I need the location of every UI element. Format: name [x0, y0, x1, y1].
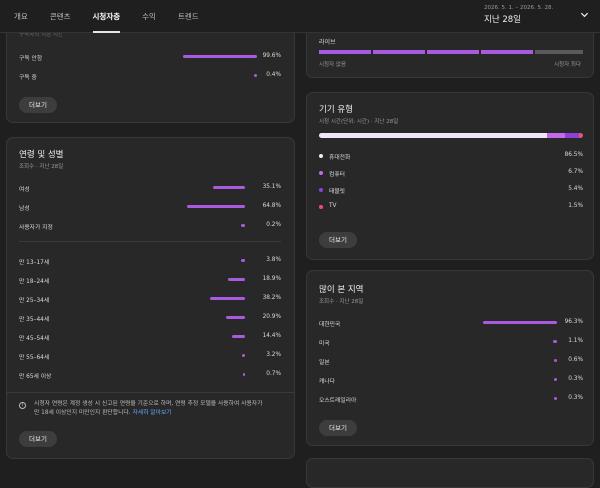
- gender-row-custom: 사용자가 지정 0.2%: [19, 222, 281, 231]
- age-gender-more-button[interactable]: 더보기: [19, 431, 57, 447]
- top-bar: 개요 콘텐츠 시청자층 수익 트렌드 2026. 5. 1. – 2026. 5…: [0, 0, 600, 33]
- device-row: 태블릿 5.4%: [319, 185, 583, 195]
- age-row: 만 13–17세 3.8%: [19, 257, 281, 266]
- live-label: 라이브: [319, 39, 336, 46]
- device-more-button[interactable]: 더보기: [319, 232, 357, 248]
- gender-row-female: 여성 35.1%: [19, 184, 281, 193]
- live-left-label: 시청자 없음: [319, 62, 347, 68]
- age-row: 만 25–34세 38.2%: [19, 295, 281, 304]
- legend-dot: [319, 188, 323, 192]
- legend-dot: [319, 205, 323, 209]
- tab-bar: 개요 콘텐츠 시청자층 수익 트렌드: [14, 0, 199, 33]
- card-subtitle: 조회수 · 지난 28일: [19, 164, 64, 170]
- gender-row-male: 남성 64.8%: [19, 203, 281, 212]
- age-row: 만 65세 이상 0.7%: [19, 371, 281, 380]
- tab-overview[interactable]: 개요: [14, 0, 28, 33]
- subscription-bar: [254, 74, 257, 77]
- divider: [7, 392, 294, 393]
- date-period-label: 지난 28일: [484, 15, 521, 25]
- device-row: 컴퓨터 6.7%: [319, 168, 583, 178]
- subscription-bar: [183, 55, 257, 58]
- info-icon: i: [19, 402, 26, 409]
- tab-revenue[interactable]: 수익: [142, 0, 156, 33]
- date-range-text: 2026. 5. 1. – 2026. 5. 28.: [484, 5, 554, 11]
- region-row: 캐나다 0.3%: [319, 376, 583, 385]
- age-row: 만 18–24세 18.9%: [19, 276, 281, 285]
- card-subtitle: 시청 시간(단위: 시간) · 지난 28일: [319, 119, 399, 125]
- card-title: 기기 유형: [319, 105, 353, 115]
- age-row: 만 45–54세 14.4%: [19, 333, 281, 342]
- region-row: 일본 0.6%: [319, 357, 583, 366]
- list-item: 구독 중 0.4%: [19, 72, 281, 81]
- card-title: 많이 본 지역: [319, 285, 364, 295]
- region-row: 대한민국 96.3%: [319, 319, 583, 328]
- date-range-picker[interactable]: 2026. 5. 1. – 2026. 5. 28. 지난 28일: [484, 5, 553, 25]
- live-right-label: 시청자 최다: [554, 62, 582, 68]
- tab-trends[interactable]: 트렌드: [178, 0, 199, 33]
- region-row: 오스트레일리아 0.3%: [319, 395, 583, 404]
- device-row: TV 1.5%: [319, 202, 583, 212]
- age-row: 만 55–64세 3.2%: [19, 352, 281, 361]
- age-gender-card: 연령 및 성별 조회수 · 지난 28일 여성 35.1% 남성 64.8% 사…: [6, 137, 295, 459]
- tab-audience[interactable]: 시청자층: [92, 0, 120, 33]
- card-title: 연령 및 성별: [19, 150, 64, 160]
- subscription-more-button[interactable]: 더보기: [19, 97, 57, 113]
- learn-more-link[interactable]: 자세히 알아보기: [132, 410, 171, 416]
- device-stacked-bar: [319, 133, 583, 138]
- region-row: 미국 1.1%: [319, 338, 583, 347]
- card-subtitle: 조회수 · 지난 28일: [319, 299, 364, 305]
- age-row: 만 35–44세 20.9%: [19, 314, 281, 323]
- top-regions-card: 많이 본 지역 조회수 · 지난 28일 대한민국 96.3% 미국 1.1% …: [306, 270, 594, 446]
- region-more-button[interactable]: 더보기: [319, 420, 357, 436]
- age-note: 시청자 연령은 계정 생성 시 신고된 연령을 기준으로 하며, 연령 추정 모…: [34, 401, 263, 416]
- divider: [19, 241, 281, 242]
- chevron-down-icon[interactable]: [580, 10, 589, 19]
- device-row: 휴대전화 86.5%: [319, 151, 583, 161]
- device-type-card: 기기 유형 시청 시간(단위: 시간) · 지난 28일 휴대전화 86.5% …: [306, 92, 594, 260]
- tab-content[interactable]: 콘텐츠: [50, 0, 71, 33]
- list-item: 구독 안함 99.6%: [19, 53, 281, 62]
- legend-dot: [319, 154, 323, 158]
- live-segment-bar: [319, 50, 583, 54]
- legend-dot: [319, 171, 323, 175]
- next-card: [306, 458, 594, 488]
